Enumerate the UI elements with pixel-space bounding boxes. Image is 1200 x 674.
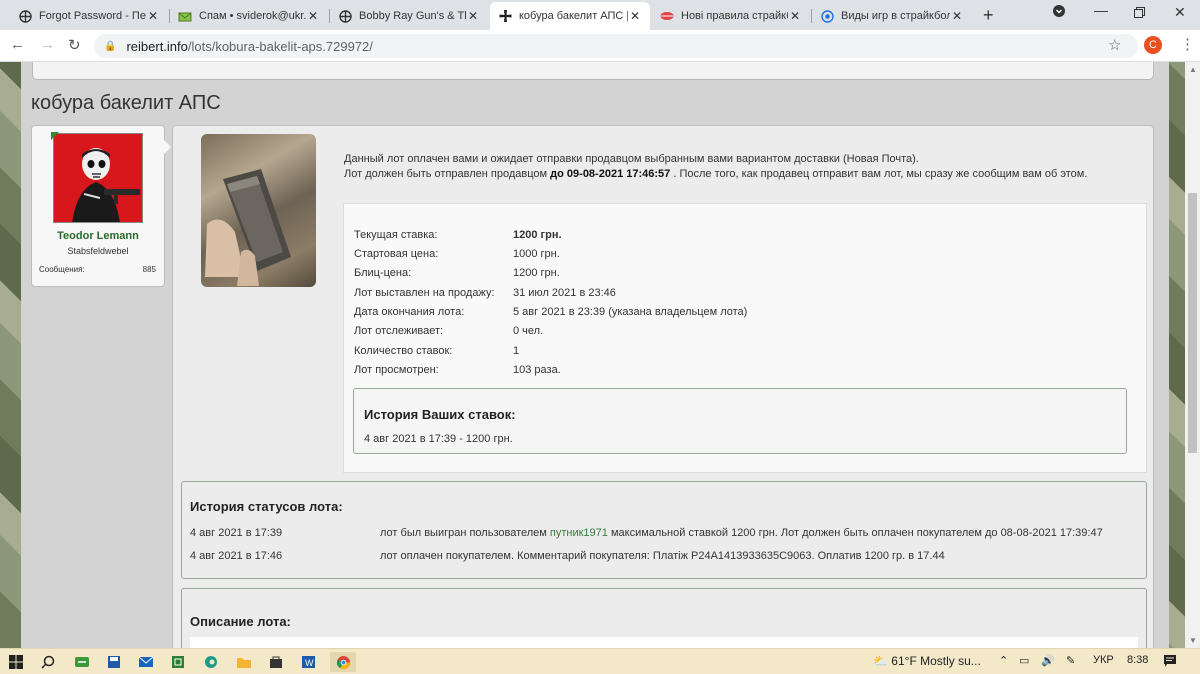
new-tab-button[interactable]: + [983, 5, 994, 26]
browser-menu-icon[interactable]: ⋮ [1180, 35, 1195, 53]
file-explorer-icon[interactable] [234, 652, 254, 672]
tab-new-rules[interactable]: Нові правила страйкб ✕ [652, 2, 810, 30]
reibert-icon [18, 9, 32, 23]
description-panel: Описание лота: [181, 588, 1147, 648]
top-panel [32, 62, 1154, 80]
profile-avatar[interactable]: C [1144, 36, 1162, 54]
avatar[interactable] [53, 133, 143, 223]
tab-mail[interactable]: Спам • sviderok@ukr. ✕ [170, 2, 328, 30]
status-history-title: История статусов лота: [190, 499, 343, 514]
bookmark-star-icon[interactable]: ☆ [1108, 36, 1121, 54]
close-tab-icon[interactable]: ✕ [788, 9, 802, 23]
search-icon[interactable] [38, 652, 58, 672]
tab-kobura-active[interactable]: кобура бакелит АПС | ✕ [490, 2, 650, 30]
reload-icon[interactable]: ↻ [68, 36, 81, 54]
close-tab-icon[interactable]: ✕ [306, 9, 320, 23]
task-view-icon[interactable] [72, 652, 92, 672]
close-tab-icon[interactable]: ✕ [466, 9, 480, 23]
ship-deadline: до 09-08-2021 17:46:57 [550, 168, 671, 180]
close-tab-icon[interactable]: ✕ [950, 9, 964, 23]
svg-text:W: W [305, 658, 314, 668]
tab-bobby-ray[interactable]: Bobby Ray Gun's & Th ✕ [330, 2, 488, 30]
status-history-panel: История статусов лота: 4 авг 2021 в 17:3… [181, 481, 1147, 579]
scrollbar-thumb[interactable] [1188, 193, 1197, 453]
online-indicator [51, 132, 59, 140]
pen-icon[interactable]: ✎ [1066, 654, 1075, 667]
user-card: Teodor Lemann Stabsfeldwebel Сообщения: … [31, 125, 165, 287]
close-tab-icon[interactable]: ✕ [146, 9, 160, 23]
page-title: кобура бакелит АПС [31, 92, 221, 114]
messages-label: Сообщения: [39, 265, 85, 274]
lot-photo[interactable] [201, 134, 316, 287]
notice-line-2: Лот должен быть отправлен продавцом до 0… [344, 168, 1088, 180]
windows-start-icon[interactable] [6, 652, 26, 672]
url-path: /lots/kobura-bakelit-aps.729972/ [187, 38, 373, 54]
close-tab-icon[interactable]: ✕ [628, 9, 642, 23]
browser-chrome: Forgot Password - Пер ✕ Спам • sviderok@… [0, 0, 1200, 62]
mail-app-icon[interactable] [136, 652, 156, 672]
word-app-icon[interactable]: W [298, 652, 318, 672]
edge-browser-icon[interactable] [201, 652, 221, 672]
scroll-up-icon[interactable]: ▲ [1189, 65, 1197, 74]
message-arrow [164, 140, 171, 154]
store-icon[interactable] [266, 652, 286, 672]
notice-line-1: Данный лот оплачен вами и ожидает отправ… [344, 153, 919, 165]
battery-icon[interactable]: ▭ [1019, 654, 1029, 667]
mail-icon [178, 9, 192, 23]
scroll-down-icon[interactable]: ▼ [1189, 636, 1197, 645]
target-icon [820, 9, 834, 23]
page-viewport: кобура бакелит АПС Teodor Lemann Stabsfe… [0, 62, 1200, 648]
notifications-icon[interactable] [1163, 654, 1177, 670]
site-container: кобура бакелит АПС Teodor Lemann Stabsfe… [21, 62, 1169, 648]
reibert-icon [338, 9, 352, 23]
browser-toolbar: ← → ↻ 🔒 reibert.info /lots/kobura-bakeli… [0, 30, 1200, 62]
lips-icon [660, 9, 674, 23]
vertical-scrollbar[interactable]: ▲ ▼ [1185, 62, 1200, 648]
tab-forgot-password[interactable]: Forgot Password - Пер ✕ [10, 2, 168, 30]
tab-search-icon[interactable] [1052, 4, 1066, 21]
description-body [190, 637, 1138, 648]
description-title: Описание лота: [190, 614, 291, 629]
user-rank: Stabsfeldwebel [67, 246, 129, 256]
minimize-icon[interactable]: — [1094, 2, 1108, 18]
url-domain: reibert.info [126, 38, 188, 54]
iron-cross-icon [498, 9, 512, 23]
spreadsheet-app-icon[interactable] [168, 652, 188, 672]
save-app-icon[interactable] [104, 652, 124, 672]
lot-panel: Данный лот оплачен вами и ожидает отправ… [172, 125, 1154, 648]
lock-icon: 🔒 [104, 40, 117, 52]
language-indicator[interactable]: УКР [1093, 654, 1114, 666]
bid-history-entry: 4 авг 2021 в 17:39 - 1200 грн. [364, 433, 513, 445]
volume-icon[interactable]: 🔊 [1041, 654, 1055, 667]
lot-info-box: Текущая ставка: 1200 грн. Стартовая цена:… [343, 203, 1147, 473]
maximize-icon[interactable] [1134, 5, 1145, 21]
messages-count: 885 [142, 265, 156, 274]
tray-expand-icon[interactable]: ⌃ [999, 654, 1008, 667]
back-arrow-icon[interactable]: ← [10, 36, 25, 53]
clock[interactable]: 8:38 [1127, 654, 1148, 666]
lot-notice: Данный лот оплачен вами и ожидает отправ… [344, 152, 1087, 182]
tab-strip: Forgot Password - Пер ✕ Спам • sviderok@… [0, 0, 1200, 30]
chrome-app-icon[interactable] [330, 652, 356, 672]
address-bar[interactable]: 🔒 reibert.info /lots/kobura-bakelit-aps.… [94, 34, 1138, 58]
weather-icon: ⛅ [873, 654, 888, 668]
buyer-link[interactable]: путник1971 [550, 527, 608, 539]
close-window-icon[interactable]: ✕ [1174, 4, 1186, 21]
weather-text: 61°F Mostly su... [891, 654, 981, 668]
bid-history-box: История Ваших ставок: 4 авг 2021 в 17:39… [353, 388, 1127, 454]
tab-game-types[interactable]: Виды игр в страйкбол ✕ [812, 2, 972, 30]
bid-history-title: История Ваших ставок: [364, 407, 516, 422]
forward-arrow-icon[interactable]: → [40, 36, 55, 53]
user-name[interactable]: Teodor Lemann [32, 230, 164, 242]
weather-widget[interactable]: ⛅ 61°F Mostly su... [873, 654, 981, 668]
windows-taskbar: W ⛅ 61°F Mostly su... ⌃ ▭ 🔊 ✎ УКР 8:38 [0, 648, 1200, 674]
